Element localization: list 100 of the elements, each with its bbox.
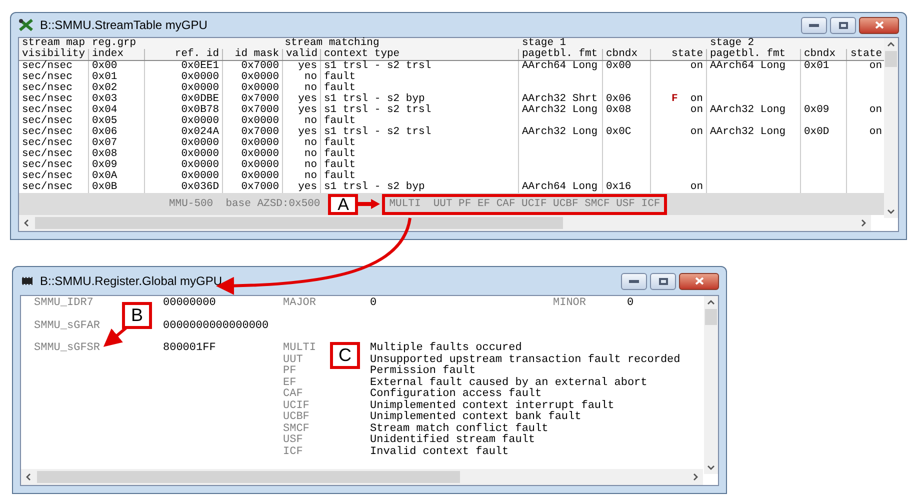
window-title: B::SMMU.Register.Global myGPU <box>40 273 222 290</box>
table-cell: AArch32 Shrt <box>522 93 598 105</box>
close-button[interactable] <box>679 272 719 290</box>
table-cell: 0x07 <box>92 137 118 149</box>
column-header: pagetbl. fmt <box>707 49 801 60</box>
scroll-thumb[interactable] <box>37 471 460 483</box>
table-cell: 0x7000 <box>241 104 279 116</box>
scroll-left-icon <box>25 473 31 481</box>
column-group-header: reg.grp <box>91 38 138 49</box>
table-cell: 0x0C <box>606 126 632 138</box>
table-cell: 0x0A <box>92 170 118 182</box>
table-cell: yes <box>298 181 317 193</box>
field-value: 0 <box>370 298 378 310</box>
field-description: Multiple faults occured <box>370 343 522 354</box>
table-cell: 0x01 <box>804 60 830 72</box>
maximize-button[interactable] <box>650 272 676 290</box>
register-name: SMMU_sGFAR <box>34 320 102 332</box>
status-text: MMU-500 base AZSD:0x500 <box>169 198 320 210</box>
scroll-down-icon <box>707 465 715 471</box>
table-cell: 0x036D <box>181 181 219 193</box>
field-value: 0 <box>627 298 634 310</box>
table-cell: 0x0B <box>92 181 118 193</box>
register-name: SMMU_IDR7 <box>34 298 94 310</box>
table-cell: AArch64 Long <box>710 60 786 72</box>
column-header: state <box>651 49 707 60</box>
table-cell: on <box>690 104 703 116</box>
table-cell: 0x09 <box>804 104 830 116</box>
minimize-button[interactable] <box>801 16 827 34</box>
table-cell: AArch32 Long <box>522 104 598 116</box>
table-cell: 0x0000 <box>241 170 279 182</box>
field-name: MINOR <box>553 298 588 310</box>
table-cell: no <box>304 82 317 94</box>
field-name: MULTI <box>283 342 316 354</box>
column-header: ref. id <box>145 49 223 60</box>
table-cell: sec/nsec <box>22 71 72 83</box>
table-cell: AArch32 Long <box>710 104 786 116</box>
register-value: 800001FF <box>163 343 217 356</box>
table-cell: sec/nsec <box>22 159 72 171</box>
horizontal-scrollbar[interactable] <box>19 215 871 231</box>
table-cell: 0x09 <box>92 159 118 171</box>
horizontal-scrollbar[interactable] <box>21 469 703 485</box>
field-name: ICF <box>283 446 303 458</box>
table-cell: 0x024A <box>181 126 219 138</box>
minimize-button[interactable] <box>621 272 647 290</box>
maximize-icon <box>838 22 848 28</box>
scroll-thumb[interactable] <box>705 309 717 325</box>
scroll-thumb[interactable] <box>885 51 897 67</box>
column-group-header: stage 1 <box>521 38 566 49</box>
field-description: Permission fault <box>370 366 476 377</box>
field-name: EF <box>283 376 296 388</box>
tools-icon <box>18 18 34 32</box>
register-value: 0000000000000000 <box>163 320 270 332</box>
window-title: B::SMMU.StreamTable myGPU <box>40 17 208 34</box>
scroll-thumb[interactable] <box>35 217 564 229</box>
table-cell: 0x16 <box>606 181 632 193</box>
register-name: SMMU_sGFSR <box>34 343 102 356</box>
field-description: Unimplemented context bank fault <box>370 412 582 423</box>
table-cell: no <box>304 159 317 171</box>
maximize-button[interactable] <box>830 16 856 34</box>
table-cell: sec/nsec <box>22 148 72 160</box>
table-cell: fault <box>324 159 356 171</box>
table-cell: AArch32 Long <box>522 126 598 138</box>
field-description: Unsupported upstream transaction fault recorded <box>370 354 680 366</box>
minimize-icon <box>809 24 819 26</box>
table-cell: sec/nsec <box>22 181 72 193</box>
table-cell: 0x0000 <box>181 71 219 83</box>
column-header: visibility <box>19 49 89 60</box>
table-cell: yes <box>298 93 317 105</box>
table-cell: sec/nsec <box>22 170 72 182</box>
scroll-right-icon <box>693 473 699 481</box>
field-name: UUT <box>283 354 303 366</box>
table-cell: on <box>869 60 882 72</box>
table-cell: s1 trsl - s2 trsl <box>324 126 432 138</box>
table-cell: no <box>304 115 317 127</box>
table-cell: sec/nsec <box>22 93 72 105</box>
close-button[interactable] <box>859 16 899 34</box>
table-cell: 0x08 <box>606 104 632 116</box>
table-cell: no <box>304 148 317 160</box>
table-cell: 0x0000 <box>241 148 279 160</box>
table-cell: 0x7000 <box>241 93 279 105</box>
table-cell: 0x7000 <box>241 126 279 138</box>
table-cell: AArch64 Long <box>522 60 598 72</box>
table-cell: AArch32 Long <box>710 126 786 138</box>
table-cell: 0x0000 <box>181 82 219 94</box>
vertical-scrollbar[interactable] <box>704 296 718 474</box>
table-cell: 0x05 <box>92 115 118 127</box>
table-cell: s1 trsl - s2 trsl <box>324 60 432 72</box>
column-group-header: stream matching <box>284 38 380 49</box>
table-cell: 0x0000 <box>181 170 219 182</box>
close-icon <box>694 277 704 285</box>
table-cell: s1 trsl - s2 trsl <box>324 104 432 116</box>
table-cell: fault <box>324 148 356 160</box>
vertical-scrollbar[interactable] <box>884 38 898 218</box>
table-cell: sec/nsec <box>22 82 72 94</box>
table-cell: 0x7000 <box>241 60 279 72</box>
table-cell: fault <box>324 82 356 94</box>
table-cell: yes <box>298 104 317 116</box>
table-cell: 0x0000 <box>241 71 279 83</box>
callout-label: C <box>330 342 360 369</box>
table-cell: 0x0000 <box>241 115 279 127</box>
